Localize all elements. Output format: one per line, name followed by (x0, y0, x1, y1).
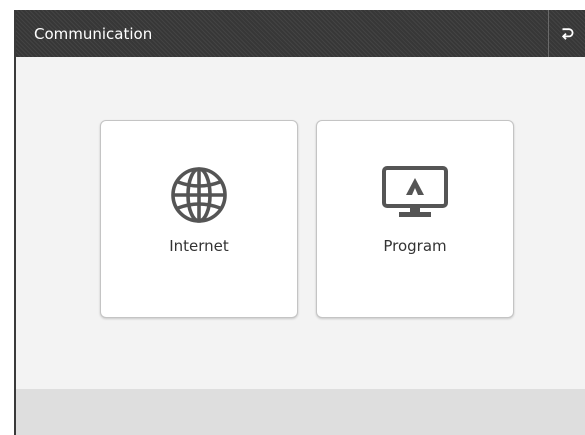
page-title: Communication (34, 25, 153, 43)
content-area: Internet Program (16, 57, 585, 389)
globe-icon (171, 167, 227, 223)
return-arrow-icon (561, 27, 574, 40)
monitor-icon (382, 166, 448, 217)
back-button[interactable] (548, 10, 585, 57)
footer-bar (16, 389, 585, 435)
program-tile[interactable]: Program (316, 120, 514, 318)
program-label: Program (383, 237, 447, 255)
title-bar: Communication (16, 10, 585, 57)
internet-label: Internet (169, 237, 229, 255)
internet-tile[interactable]: Internet (100, 120, 298, 318)
communication-screen: Communication Internet Program (14, 10, 585, 435)
